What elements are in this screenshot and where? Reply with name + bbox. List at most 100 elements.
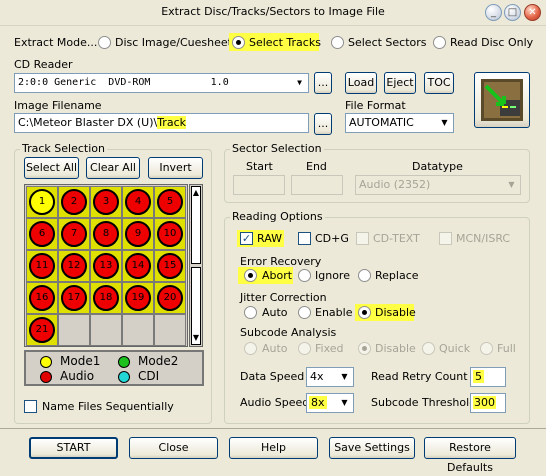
track-cell[interactable]: 13 [90, 250, 122, 282]
subcode-threshold-input[interactable]: 300 [470, 393, 506, 413]
radio-select-tracks[interactable] [232, 36, 245, 49]
cd-reader-browse-button[interactable]: ... [314, 72, 332, 94]
close-button[interactable]: Close [129, 437, 218, 459]
radio-ignore-label[interactable]: Ignore [315, 269, 350, 282]
radio-subcode-disable[interactable] [358, 342, 371, 355]
track-button[interactable]: 5 [157, 189, 183, 215]
track-cell[interactable]: 17 [58, 282, 90, 314]
radio-subcode-auto[interactable] [244, 342, 257, 355]
track-button[interactable]: 17 [61, 285, 87, 311]
data-speed-select[interactable]: 4x ▼ [306, 367, 354, 387]
radio-read-disc-only[interactable] [433, 36, 446, 49]
track-cell[interactable]: 4 [122, 186, 154, 218]
radio-jitter-enable-label[interactable]: Enable [315, 306, 352, 319]
restore-defaults-button[interactable]: Restore Defaults [424, 437, 516, 474]
minimize-button[interactable]: _ [485, 4, 502, 21]
radio-jitter-auto[interactable] [244, 306, 257, 319]
scroll-up-arrow-icon[interactable]: ▲ [191, 186, 201, 264]
mcn-checkbox[interactable] [439, 232, 452, 245]
radio-replace[interactable] [358, 269, 371, 282]
track-button[interactable]: 16 [29, 285, 55, 311]
clear-all-button[interactable]: Clear All [86, 157, 140, 179]
radio-subcode-quick[interactable] [422, 342, 435, 355]
track-button[interactable]: 12 [61, 253, 87, 279]
track-button[interactable]: 8 [93, 221, 119, 247]
track-button[interactable]: 19 [125, 285, 151, 311]
track-button[interactable]: 6 [29, 221, 55, 247]
raw-checkbox[interactable]: ✓ [240, 232, 253, 245]
radio-jitter-disable[interactable] [358, 306, 371, 319]
radio-select-tracks-label[interactable]: Select Tracks [249, 36, 321, 49]
cdg-label[interactable]: CD+G [315, 232, 349, 245]
radio-disc-image[interactable] [98, 36, 111, 49]
track-button[interactable]: 15 [157, 253, 183, 279]
track-cell[interactable]: 19 [122, 282, 154, 314]
track-cell[interactable]: 16 [26, 282, 58, 314]
load-button[interactable]: Load [345, 72, 377, 94]
cdtext-checkbox[interactable] [356, 232, 369, 245]
maximize-button[interactable]: □ [504, 4, 521, 21]
radio-replace-label[interactable]: Replace [375, 269, 419, 282]
scroll-down-arrow-icon[interactable]: ▼ [191, 267, 201, 345]
track-cell[interactable]: 15 [154, 250, 186, 282]
track-cell[interactable]: 14 [122, 250, 154, 282]
track-button[interactable]: 21 [29, 317, 55, 343]
filename-browse-button[interactable]: ... [314, 113, 332, 135]
retry-count-input[interactable]: 5 [470, 367, 506, 387]
start-button[interactable]: START [29, 437, 118, 459]
radio-subcode-fixed[interactable] [298, 342, 311, 355]
cd-reader-select[interactable]: 2:0:0 Generic DVD-ROM 1.0 ▼ [14, 73, 309, 93]
name-sequential-checkbox[interactable] [24, 400, 37, 413]
track-cell[interactable]: 6 [26, 218, 58, 250]
cdg-checkbox[interactable] [298, 232, 311, 245]
toc-button[interactable]: TOC [424, 72, 454, 94]
help-button[interactable]: Help [229, 437, 318, 459]
track-cell[interactable]: 11 [26, 250, 58, 282]
track-cell[interactable]: 3 [90, 186, 122, 218]
image-filename-input[interactable]: C:\Meteor Blaster DX (U)\Track [14, 113, 309, 133]
select-all-button[interactable]: Select All [24, 157, 79, 179]
track-cell[interactable]: 5 [154, 186, 186, 218]
track-cell[interactable]: 9 [122, 218, 154, 250]
track-button[interactable]: 7 [61, 221, 87, 247]
mcn-label[interactable]: MCN/ISRC [456, 232, 510, 245]
close-window-button[interactable]: ✕ [524, 4, 541, 21]
save-settings-button[interactable]: Save Settings [329, 437, 415, 459]
radio-disc-image-label[interactable]: Disc Image/Cuesheet [115, 36, 232, 49]
radio-ignore[interactable] [298, 269, 311, 282]
track-button[interactable]: 1 [29, 189, 55, 215]
radio-abort-label[interactable]: Abort [262, 269, 292, 282]
track-button[interactable]: 3 [93, 189, 119, 215]
audio-speed-select[interactable]: 8x ▼ [306, 393, 354, 413]
radio-jitter-disable-label[interactable]: Disable [375, 306, 416, 319]
cdtext-label[interactable]: CD-TEXT [373, 232, 420, 245]
radio-select-sectors[interactable] [331, 36, 344, 49]
extract-image-button[interactable] [474, 72, 530, 128]
radio-subcode-quick-label[interactable]: Quick [439, 342, 470, 355]
radio-select-sectors-label[interactable]: Select Sectors [348, 36, 427, 49]
track-button[interactable]: 14 [125, 253, 151, 279]
track-cell[interactable]: 1 [26, 186, 58, 218]
track-cell[interactable]: 7 [58, 218, 90, 250]
name-sequential-label[interactable]: Name Files Sequentially [42, 400, 174, 413]
track-button[interactable]: 20 [157, 285, 183, 311]
radio-subcode-full[interactable] [480, 342, 493, 355]
sector-datatype-select[interactable]: Audio (2352) ▼ [355, 175, 521, 195]
track-button[interactable]: 13 [93, 253, 119, 279]
track-button[interactable]: 11 [29, 253, 55, 279]
track-cell[interactable]: 18 [90, 282, 122, 314]
eject-button[interactable]: Eject [384, 72, 416, 94]
invert-button[interactable]: Invert [148, 157, 203, 179]
track-button[interactable]: 4 [125, 189, 151, 215]
radio-subcode-fixed-label[interactable]: Fixed [315, 342, 344, 355]
track-cell[interactable]: 2 [58, 186, 90, 218]
track-button[interactable]: 9 [125, 221, 151, 247]
track-scrollbar[interactable]: ▲ ▼ [189, 184, 203, 347]
sector-end-input[interactable] [291, 175, 343, 195]
sector-start-input[interactable] [233, 175, 285, 195]
track-cell[interactable]: 21 [26, 314, 58, 346]
track-cell[interactable]: 20 [154, 282, 186, 314]
raw-label[interactable]: RAW [257, 232, 282, 245]
track-cell[interactable]: 10 [154, 218, 186, 250]
track-button[interactable]: 10 [157, 221, 183, 247]
